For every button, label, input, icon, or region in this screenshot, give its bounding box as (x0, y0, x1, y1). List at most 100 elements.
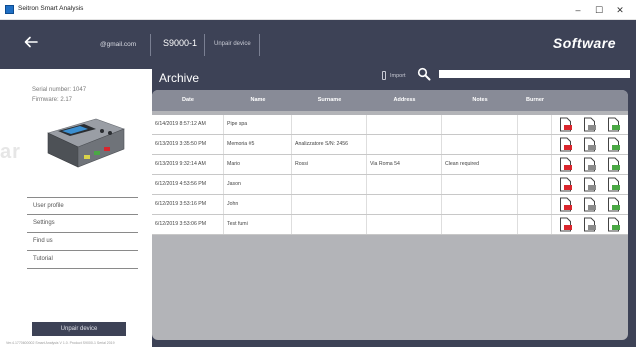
cell-address (367, 115, 442, 134)
serial-number: Serial number: 1047 (32, 87, 87, 93)
sidebar-item-tutorial[interactable]: Tutorial (27, 251, 138, 269)
minimize-button[interactable]: – (569, 3, 587, 17)
column-header-surname[interactable]: Surname (292, 90, 367, 111)
cell-date: 6/12/2019 4:53:56 PM (152, 175, 224, 194)
sidebar: ar Serial number: 1047 Firmware: 2.17 Us… (0, 69, 152, 347)
version-footer: Ver.4.1770600002 Smart Analysis V 1.0. P… (6, 341, 115, 345)
maximize-button[interactable]: ☐ (590, 3, 608, 17)
row-actions (552, 195, 628, 214)
device-name: S9000-1 (163, 38, 198, 48)
sidebar-item-find-us[interactable]: Find us (27, 233, 138, 251)
row-actions (552, 215, 628, 234)
delete-document-icon[interactable] (559, 177, 572, 192)
cell-name: Memoria #5 (224, 135, 292, 154)
cell-surname: Rossi (292, 155, 367, 174)
view-document-icon[interactable] (583, 157, 596, 172)
export-document-icon[interactable] (607, 177, 620, 192)
view-document-icon[interactable] (583, 197, 596, 212)
header-divider (204, 34, 205, 56)
export-document-icon[interactable] (607, 197, 620, 212)
cell-notes: Clean required (442, 155, 518, 174)
cell-name: Pipe spa (224, 115, 292, 134)
cell-address (367, 215, 442, 234)
table-header: Date Name Surname Address Notes Burner (152, 90, 628, 111)
cell-date: 6/13/2019 9:32:14 AM (152, 155, 224, 174)
view-document-icon[interactable] (583, 177, 596, 192)
sidebar-item-user-profile[interactable]: User profile (27, 197, 138, 215)
table-row[interactable]: 6/12/2019 3:53:06 PM Test fumi (152, 215, 628, 235)
watermark: ar (0, 141, 21, 163)
cell-burner (518, 175, 552, 194)
window-title: Seitron Smart Analysis (18, 5, 84, 12)
row-actions (552, 155, 628, 174)
cell-surname (292, 195, 367, 214)
page-title: Archive (159, 71, 200, 85)
cell-address (367, 175, 442, 194)
export-document-icon[interactable] (607, 157, 620, 172)
cell-surname (292, 115, 367, 134)
delete-document-icon[interactable] (559, 157, 572, 172)
cell-surname (292, 175, 367, 194)
archive-panel: Archive Import Date Name Surname Address… (152, 67, 636, 347)
row-actions (552, 135, 628, 154)
view-document-icon[interactable] (583, 217, 596, 232)
export-document-icon[interactable] (607, 217, 620, 232)
cell-notes (442, 195, 518, 214)
cell-burner (518, 135, 552, 154)
view-document-icon[interactable] (583, 137, 596, 152)
cell-surname (292, 215, 367, 234)
column-header-name[interactable]: Name (224, 90, 292, 111)
cell-name: Test fumi (224, 215, 292, 234)
column-header-notes[interactable]: Notes (442, 90, 518, 111)
cell-burner (518, 215, 552, 234)
cell-surname: Analizzatore S/N: 2456 (292, 135, 367, 154)
brand-logo: Software (552, 35, 616, 51)
cell-burner (518, 115, 552, 134)
firmware-version: Firmware: 2.17 (32, 97, 73, 103)
cell-date: 6/14/2019 8:57:12 AM (152, 115, 224, 134)
delete-document-icon[interactable] (559, 117, 572, 132)
cell-burner (518, 155, 552, 174)
delete-document-icon[interactable] (559, 217, 572, 232)
table-row[interactable]: 6/12/2019 3:53:16 PM John (152, 195, 628, 215)
unpair-device-link[interactable]: Unpair device (214, 41, 251, 47)
cell-date: 6/12/2019 3:53:16 PM (152, 195, 224, 214)
table-row[interactable]: 6/12/2019 4:53:56 PM Jason (152, 175, 628, 195)
view-document-icon[interactable] (583, 117, 596, 132)
arrow-left-icon[interactable] (24, 35, 38, 49)
export-document-icon[interactable] (607, 117, 620, 132)
search-icon[interactable] (417, 67, 431, 81)
header-divider (259, 34, 260, 56)
unpair-device-button[interactable]: Unpair device (32, 322, 126, 336)
export-document-icon[interactable] (607, 137, 620, 152)
sidebar-item-settings[interactable]: Settings (27, 215, 138, 233)
close-window-button[interactable]: ✕ (611, 3, 629, 17)
column-header-address[interactable]: Address (367, 90, 442, 111)
cell-name: Mario (224, 155, 292, 174)
phone-icon (382, 71, 386, 80)
device-image (47, 118, 125, 168)
cell-notes (442, 215, 518, 234)
column-header-burner[interactable]: Burner (518, 90, 552, 111)
cell-date: 6/12/2019 3:53:06 PM (152, 215, 224, 234)
table-row[interactable]: 6/14/2019 8:57:12 AM Pipe spa (152, 115, 628, 135)
delete-document-icon[interactable] (559, 137, 572, 152)
cell-notes (442, 115, 518, 134)
row-actions (552, 175, 628, 194)
cell-name: Jason (224, 175, 292, 194)
table-row[interactable]: 6/13/2019 3:35:50 PM Memoria #5 Analizza… (152, 135, 628, 155)
delete-document-icon[interactable] (559, 197, 572, 212)
account-email: @gmail.com (100, 41, 137, 48)
cell-notes (442, 175, 518, 194)
header-divider (150, 34, 151, 56)
cell-date: 6/13/2019 3:35:50 PM (152, 135, 224, 154)
column-header-date[interactable]: Date (152, 90, 224, 111)
app-header: @gmail.com S9000-1 Unpair device Softwar… (0, 20, 636, 69)
cell-address: Via Roma 54 (367, 155, 442, 174)
search-input[interactable] (439, 70, 630, 78)
cell-name: John (224, 195, 292, 214)
app-icon (5, 5, 14, 14)
cell-address (367, 135, 442, 154)
table-row[interactable]: 6/13/2019 9:32:14 AM Mario Rossi Via Rom… (152, 155, 628, 175)
sidebar-menu: User profile Settings Find us Tutorial (27, 197, 138, 269)
